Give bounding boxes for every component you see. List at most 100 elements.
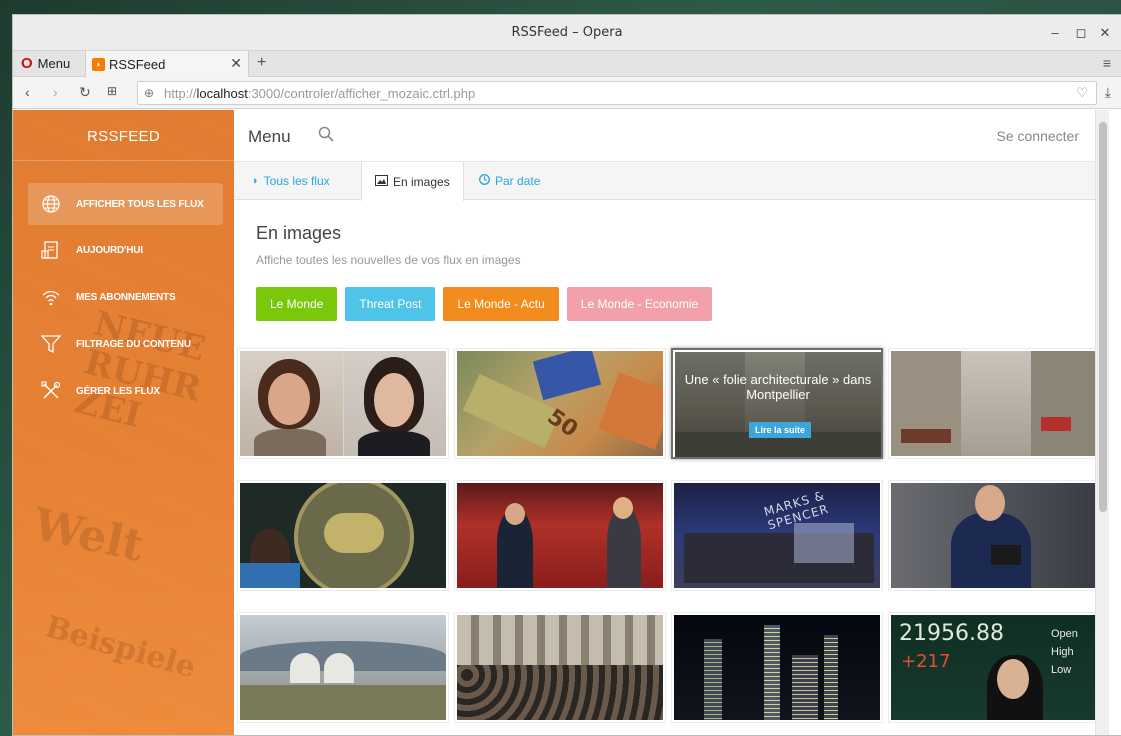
news-image: 21956.88 +217 Open High Low: [891, 615, 1097, 720]
tab-menu-icon[interactable]: ≡: [1103, 55, 1111, 71]
nav-item-label: AFFICHER TOUS LES FLUX: [76, 198, 204, 210]
filter-icon: [38, 333, 64, 355]
top-navbar: Menu Se connecter: [234, 110, 1109, 162]
nav-item-all-feeds[interactable]: AFFICHER TOUS LES FLUX: [28, 183, 223, 225]
tile-marks-spencer[interactable]: MARKS & SPENCER: [671, 480, 883, 591]
tile-two-portraits[interactable]: [237, 348, 449, 459]
globe-icon: ⊕: [144, 86, 155, 100]
nav-item-label: AUJOURD'HUI: [76, 244, 143, 256]
scrollbar-thumb[interactable]: [1099, 122, 1107, 512]
news-image: Une « folie architecturale » dans Montpe…: [675, 352, 881, 457]
menu-toggle[interactable]: Menu: [248, 127, 291, 147]
back-icon[interactable]: ‹: [25, 84, 30, 100]
wifi-icon: [38, 286, 64, 308]
maximize-button[interactable]: ◻: [1071, 23, 1091, 43]
minimize-button[interactable]: –: [1045, 23, 1065, 43]
tile-euro-banknotes[interactable]: 50: [454, 348, 666, 459]
rss-icon: ◗: [252, 175, 259, 187]
browser-tab-rssfeed[interactable]: ◗ RSSFeed ✕: [85, 51, 249, 77]
tile-crowd-street[interactable]: [454, 612, 666, 723]
tile-montpellier-tower[interactable]: Une « folie architecturale » dans Montpe…: [671, 348, 883, 459]
feed-filter-buttons: Le Monde Threat Post Le Monde - Actu Le …: [256, 287, 713, 321]
nav-item-today[interactable]: AUJOURD'HUI: [28, 229, 223, 271]
close-window-button[interactable]: ✕: [1095, 23, 1115, 43]
image-icon: [375, 174, 388, 189]
news-image: MARKS & SPENCER: [674, 483, 880, 588]
filter-button-le-monde-economie[interactable]: Le Monde - Economie: [566, 287, 713, 321]
new-tab-button[interactable]: +: [257, 54, 266, 72]
globe-icon: [38, 193, 64, 215]
calendar-icon: [38, 239, 64, 261]
news-image: [457, 615, 663, 720]
section-title: En images: [256, 223, 342, 243]
browser-window: RSSFeed – Opera – ◻ ✕ O Menu ◗ RSSFeed ✕…: [12, 14, 1121, 736]
read-more-button[interactable]: Lire la suite: [749, 422, 812, 438]
nav-item-subscriptions[interactable]: MES ABONNEMENTS: [28, 276, 223, 318]
newspaper-texture: Beispiele: [41, 609, 200, 686]
tab-label: En images: [393, 174, 450, 189]
reload-icon[interactable]: ↻: [79, 84, 91, 101]
newspaper-texture: Welt: [28, 499, 148, 572]
tile-stock-board[interactable]: 21956.88 +217 Open High Low: [888, 612, 1100, 723]
tile-national-assembly[interactable]: [454, 480, 666, 591]
url-text: http://localhost:3000/controler/afficher…: [164, 86, 476, 101]
stock-labels: Open High Low: [1051, 628, 1078, 676]
news-image: [674, 615, 880, 720]
tab-label: Par date: [495, 174, 541, 188]
brand-title[interactable]: RSSFEED: [13, 128, 234, 145]
news-image: [240, 615, 446, 720]
section-subtitle: Affiche toutes les nouvelles de vos flux…: [256, 253, 521, 267]
nav-item-label: FILTRAGE DU CONTENU: [76, 338, 191, 350]
tab-images[interactable]: En images: [361, 162, 464, 201]
nav-item-label: GÉRER LES FLUX: [76, 385, 160, 397]
url-field[interactable]: ⊕ http://localhost:3000/controler/affich…: [137, 81, 1097, 105]
news-image: [240, 351, 446, 456]
window-title: RSSFeed – Opera: [511, 25, 623, 40]
tab-close-icon[interactable]: ✕: [230, 55, 242, 72]
download-icon[interactable]: ⤓: [1105, 84, 1111, 101]
tile-nuclear-plant[interactable]: [237, 612, 449, 723]
stock-change: +217: [901, 651, 951, 672]
forward-icon[interactable]: ›: [53, 84, 58, 100]
tab-title: RSSFeed: [109, 56, 166, 72]
address-bar: ‹ › ↻ ⊞ ⊕ http://localhost:3000/controle…: [13, 77, 1121, 109]
news-image: [891, 351, 1097, 456]
search-icon[interactable]: [318, 126, 334, 147]
overlay-title: Une « folie architecturale » dans Montpe…: [684, 372, 872, 402]
login-link[interactable]: Se connecter: [997, 128, 1080, 144]
filter-button-le-monde-actu[interactable]: Le Monde - Actu: [443, 287, 559, 321]
title-bar: RSSFeed – Opera – ◻ ✕: [13, 15, 1121, 51]
nav-item-content-filter[interactable]: FILTRAGE DU CONTENU: [28, 323, 223, 365]
main-content: Menu Se connecter ◗ Tous les flux En ima…: [234, 110, 1109, 735]
nav-item-manage-feeds[interactable]: GÉRER LES FLUX: [28, 370, 223, 412]
news-image: 50: [457, 351, 663, 456]
bookmark-heart-icon[interactable]: ♡: [1076, 85, 1088, 101]
tab-bar: O Menu ◗ RSSFeed ✕ + ≡: [13, 51, 1121, 77]
stock-number: 21956.88: [899, 621, 1004, 646]
news-image: [457, 483, 663, 588]
news-image: [891, 483, 1097, 588]
filter-button-le-monde[interactable]: Le Monde: [256, 287, 338, 321]
tile-city-night[interactable]: [671, 612, 883, 723]
news-image: [240, 483, 446, 588]
clock-icon: [479, 174, 490, 188]
speed-dial-icon[interactable]: ⊞: [107, 84, 117, 98]
page-content: NEUE RUHR ZEI Welt Beispiele RSSFEED AFF…: [13, 110, 1121, 735]
tab-all-feeds[interactable]: ◗ Tous les flux: [252, 162, 330, 200]
tab-label: Tous les flux: [263, 174, 330, 188]
filter-button-threat-post[interactable]: Threat Post: [345, 287, 436, 321]
tile-paris-street[interactable]: [888, 348, 1100, 459]
sidebar: NEUE RUHR ZEI Welt Beispiele RSSFEED AFF…: [13, 110, 234, 735]
rss-favicon-icon: ◗: [92, 57, 105, 71]
tab-by-date[interactable]: Par date: [479, 162, 540, 200]
brand-divider: [13, 160, 234, 161]
opera-menu-button[interactable]: O Menu: [21, 54, 71, 72]
opera-menu-label: Menu: [37, 56, 71, 71]
nav-item-label: MES ABONNEMENTS: [76, 291, 176, 303]
tools-icon: [38, 380, 64, 402]
view-tabs: ◗ Tous les flux En images Par date: [234, 162, 1109, 201]
tile-reserve-bank[interactable]: [237, 480, 449, 591]
opera-logo-icon: O: [21, 54, 33, 72]
tile-man-in-suit[interactable]: [888, 480, 1100, 591]
vertical-scrollbar[interactable]: [1095, 110, 1109, 735]
